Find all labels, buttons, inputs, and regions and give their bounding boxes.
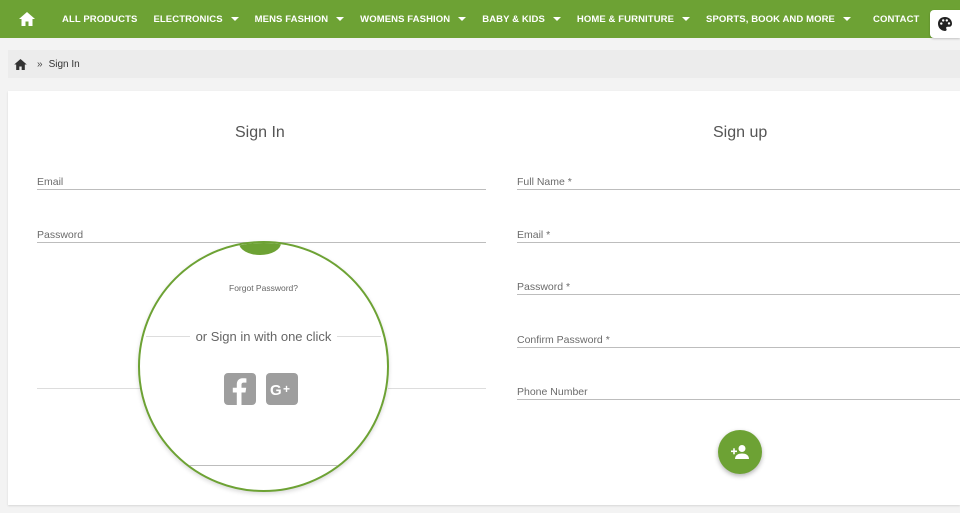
nav-item-mens-fashion[interactable]: MENS FASHION (247, 0, 353, 38)
add-user-icon (731, 445, 749, 459)
home-icon[interactable] (14, 58, 27, 70)
signin-email-field (37, 172, 486, 190)
nav-item-label: WOMENS FASHION (360, 13, 451, 25)
signup-phone-input[interactable] (517, 384, 960, 400)
nav-item-label: HOME & FURNITURE (576, 13, 675, 25)
nav-item-label: SPORTS, BOOK AND MORE (706, 13, 835, 25)
nav-item-electronics[interactable]: ELECTRONICS (145, 0, 246, 38)
breadcrumb-separator: » (37, 58, 43, 70)
nav-item-home-furniture[interactable]: HOME & FURNITURE (569, 0, 698, 38)
facebook-icon (232, 378, 247, 405)
nav-item-womens-fashion[interactable]: WOMENS FASHION (352, 0, 474, 38)
zoom-magnifier: Forgot Password? or Sign in with one cli… (138, 241, 389, 492)
caret-down-icon (552, 17, 561, 21)
signup-email-input[interactable] (517, 227, 960, 243)
divider-line (388, 388, 486, 389)
caret-down-icon (682, 17, 691, 21)
signup-password-field (517, 277, 960, 295)
nav-item-label: BABY & KIDS (482, 13, 545, 25)
signup-title: Sign up (713, 124, 768, 141)
home-icon (19, 12, 35, 26)
palette-icon (938, 17, 952, 31)
svg-text:G: G (270, 382, 282, 399)
breadcrumb-current: Sign In (48, 58, 80, 70)
svg-text:+: + (283, 382, 290, 396)
signup-phone-field (517, 382, 960, 400)
caret-down-icon (336, 17, 345, 21)
sign-in-button-zoomed[interactable] (239, 243, 281, 255)
nav-item-sports-book-more[interactable]: SPORTS, BOOK AND MORE (698, 0, 859, 38)
signup-full-name-field (517, 172, 960, 190)
google-plus-login-button[interactable]: G + (266, 373, 298, 405)
signup-full-name-input[interactable] (517, 174, 960, 190)
breadcrumb: » Sign In (8, 50, 960, 78)
nav-item-contact[interactable]: CONTACT (865, 0, 927, 38)
nav-home-button[interactable] (0, 0, 54, 38)
divider-line (37, 388, 145, 389)
divider-line (146, 335, 190, 337)
signup-submit-button[interactable] (718, 430, 762, 474)
theme-palette-button[interactable] (930, 10, 960, 38)
divider-line (150, 465, 350, 466)
nav-item-label: MENS FASHION (254, 13, 329, 25)
forgot-password-link[interactable]: Forgot Password? (140, 283, 387, 293)
divider-line (337, 335, 381, 337)
top-navbar: ALL PRODUCTS ELECTRONICS MENS FASHION WO… (0, 0, 960, 38)
signup-email-field (517, 225, 960, 243)
caret-down-icon (230, 17, 239, 21)
one-click-row: or Sign in with one click (140, 327, 387, 345)
signup-confirm-password-field (517, 330, 960, 348)
nav-item-baby-kids[interactable]: BABY & KIDS (474, 0, 569, 38)
signin-email-input[interactable] (37, 174, 486, 190)
auth-card: Sign In Sign up (8, 91, 960, 505)
signup-confirm-password-input[interactable] (517, 332, 960, 348)
nav-item-label: ALL PRODUCTS (62, 13, 138, 25)
caret-down-icon (458, 17, 467, 21)
signup-password-input[interactable] (517, 279, 960, 295)
google-plus-icon: G + (270, 382, 290, 399)
caret-down-icon (843, 17, 851, 21)
signin-title: Sign In (235, 124, 285, 141)
facebook-login-button[interactable] (224, 373, 256, 405)
nav-item-label: CONTACT (873, 13, 920, 25)
nav-menu: ALL PRODUCTS ELECTRONICS MENS FASHION WO… (54, 0, 927, 38)
nav-item-all-products[interactable]: ALL PRODUCTS (54, 0, 145, 38)
nav-item-label: ELECTRONICS (153, 13, 223, 25)
one-click-text: or Sign in with one click (195, 328, 332, 344)
